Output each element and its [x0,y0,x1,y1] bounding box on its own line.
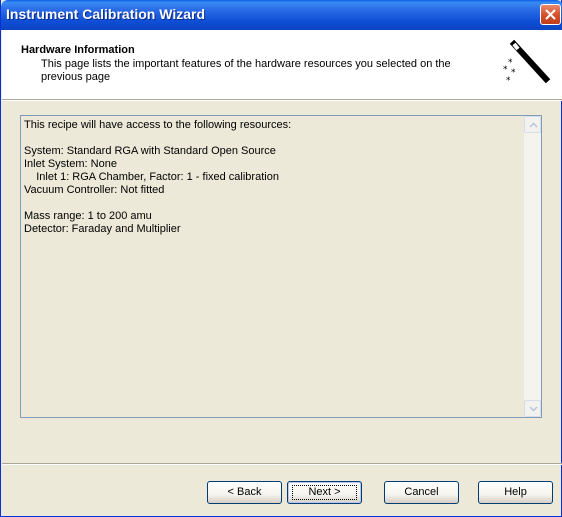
cancel-button[interactable]: Cancel [384,481,459,504]
close-button[interactable] [540,4,561,25]
wizard-window: Instrument Calibration Wizard Hardware I… [0,0,562,517]
next-button[interactable]: Next > [287,481,362,504]
footer-divider [2,463,562,465]
help-button[interactable]: Help [478,481,553,504]
resources-textbox[interactable]: This recipe will have access to the foll… [20,115,542,418]
close-icon [545,9,556,20]
resources-text: This recipe will have access to the foll… [24,119,292,235]
page-title: Hardware Information [21,44,135,56]
scroll-down-arrow-icon [529,406,538,412]
header-divider [2,99,562,101]
svg-text:*: * [508,58,513,68]
scroll-up-arrow-icon [529,122,538,128]
window-title: Instrument Calibration Wizard [6,6,206,22]
svg-text:*: * [503,65,508,75]
back-button-label: < Back [227,486,262,498]
cancel-button-label: Cancel [404,486,439,498]
scroll-up-button[interactable] [524,116,541,133]
focus-rectangle [292,485,357,500]
page-description: This page lists the important features o… [41,58,451,83]
magic-wand-icon: * * * * [503,39,551,86]
wizard-header: Hardware Information This page lists the… [2,30,562,99]
svg-text:*: * [506,76,511,86]
help-button-label: Help [504,486,527,498]
back-button[interactable]: < Back [207,481,282,504]
vertical-scrollbar[interactable] [524,116,541,417]
title-bar[interactable]: Instrument Calibration Wizard [1,0,562,30]
svg-text:*: * [511,68,516,78]
scroll-down-button[interactable] [524,400,541,417]
